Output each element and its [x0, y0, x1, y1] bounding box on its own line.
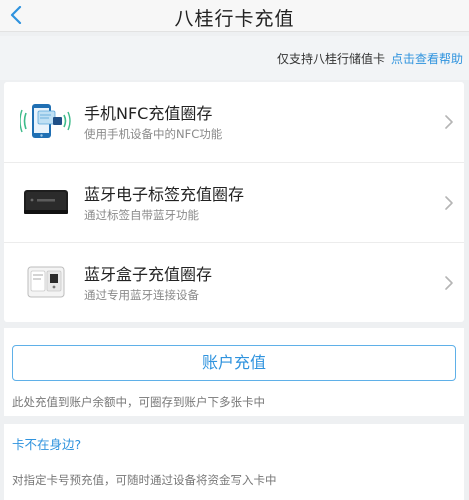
notice-text: 仅支持八桂行储值卡	[276, 52, 385, 66]
method-desc: 使用手机设备中的NFC功能	[84, 127, 223, 141]
card-away-note: 对指定卡号预充值，可随时通过设备将资金写入卡中	[12, 473, 277, 487]
card-away-section: 卡不在身边? 对指定卡号预充值，可随时通过设备将资金写入卡中	[4, 424, 464, 500]
chevron-right-icon	[445, 276, 453, 290]
phone-nfc-icon	[18, 98, 74, 144]
chevron-right-icon	[445, 115, 453, 129]
method-desc: 通过专用蓝牙连接设备	[84, 288, 199, 302]
card-away-link[interactable]: 卡不在身边?	[12, 434, 81, 453]
recharge-method-list: 手机NFC充值圈存 使用手机设备中的NFC功能 蓝牙电子标签充值圈存 通过标签自…	[4, 82, 464, 322]
bluetooth-box-device-icon	[18, 259, 74, 305]
method-item-nfc[interactable]: 手机NFC充值圈存 使用手机设备中的NFC功能	[4, 82, 464, 162]
method-title: 手机NFC充值圈存	[84, 104, 213, 123]
chevron-right-icon	[445, 196, 453, 210]
method-item-bluetooth-tag[interactable]: 蓝牙电子标签充值圈存 通过标签自带蓝牙功能	[4, 162, 464, 242]
account-recharge-note: 此处充值到账户余额中，可圈存到账户下多张卡中	[12, 395, 265, 409]
notice-bar: 仅支持八桂行储值卡 点击查看帮助	[0, 36, 469, 80]
method-title: 蓝牙电子标签充值圈存	[84, 185, 245, 204]
method-desc: 通过标签自带蓝牙功能	[84, 208, 199, 222]
bluetooth-tag-device-icon	[18, 179, 74, 225]
account-recharge-button[interactable]: 账户充值	[12, 345, 456, 381]
page-title: 八桂行卡充值	[174, 8, 295, 30]
help-link[interactable]: 点击查看帮助	[391, 50, 463, 67]
top-bar: 八桂行卡充值	[0, 0, 469, 32]
method-item-bluetooth-box[interactable]: 蓝牙盒子充值圈存 通过专用蓝牙连接设备	[4, 242, 464, 322]
account-recharge-section: 账户充值 此处充值到账户余额中，可圈存到账户下多张卡中	[4, 328, 464, 416]
method-title: 蓝牙盒子充值圈存	[84, 265, 213, 284]
